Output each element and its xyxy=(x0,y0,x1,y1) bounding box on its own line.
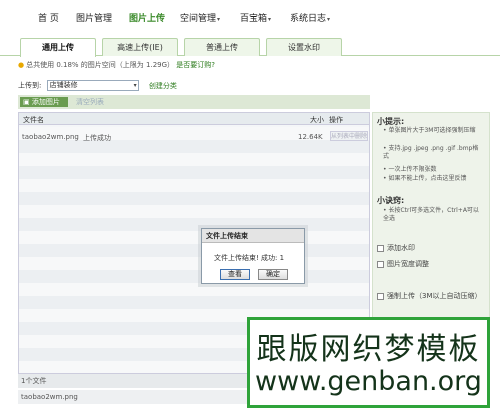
table-row xyxy=(19,179,369,192)
clear-list-button[interactable]: 清空列表 xyxy=(76,97,104,107)
watermark-line2: www.genban.org xyxy=(255,366,482,397)
site-watermark: 跟版网织梦模板 www.genban.org xyxy=(247,317,490,408)
chevron-down-icon: ▾ xyxy=(217,16,221,23)
chevron-down-icon: ▾ xyxy=(133,82,137,89)
table-row xyxy=(19,270,369,283)
row-filename: taobao2wm.png xyxy=(22,133,79,141)
order-link[interactable]: 是否要订购? xyxy=(176,61,215,69)
plus-icon: ▣ xyxy=(23,98,32,106)
nav-label-log: 系统日志 xyxy=(290,14,327,24)
view-button[interactable]: 查看 xyxy=(220,269,250,280)
column-filename: 文件名 xyxy=(23,116,44,124)
table-row xyxy=(19,218,369,231)
tab-fast-upload[interactable]: 高速上传(IE) xyxy=(102,38,178,56)
nav-item-image-manage[interactable]: 图片管理 xyxy=(76,11,112,24)
top-nav: 首 页 图片管理 图片上传 空间管理▾ 百宝箱▾ 系统日志▾ xyxy=(0,0,500,34)
column-size: 大小 xyxy=(310,116,324,124)
nav-item-image-upload[interactable]: 图片上传 xyxy=(129,11,165,24)
category-select[interactable]: 店铺装修 ▾ xyxy=(46,80,139,91)
chevron-down-icon: ▾ xyxy=(268,16,272,23)
table-row xyxy=(19,192,369,205)
remove-from-list-button[interactable]: 从列表中删除 xyxy=(330,131,368,141)
add-image-label: 添加图片 xyxy=(31,98,60,106)
checkbox-box xyxy=(377,260,384,268)
nav-item-system-log[interactable]: 系统日志▾ xyxy=(290,11,330,24)
nav-item-home[interactable]: 首 页 xyxy=(38,11,59,24)
tab-general-upload[interactable]: 通用上传 xyxy=(20,38,96,57)
category-selected-value: 店铺装修 xyxy=(49,81,78,89)
force-upload-checkbox[interactable]: 强制上传（3M以上自动压缩） xyxy=(377,291,482,301)
nav-label-space: 空间管理 xyxy=(180,14,217,24)
row-size: 12.64K xyxy=(298,133,323,141)
column-action: 操作 xyxy=(329,116,343,124)
upload-finished-dialog: 文件上传结束 文件上传结束! 成功: 1 查看 确定 xyxy=(201,228,305,284)
table-row xyxy=(19,283,369,296)
table-row xyxy=(19,231,369,244)
trick-title: 小诀窍: xyxy=(377,196,405,205)
tip-item: • 一次上传不限张数 xyxy=(383,166,437,173)
nav-item-space-manage[interactable]: 空间管理▾ xyxy=(180,11,220,24)
table-header: 文件名 大小 操作 xyxy=(19,113,369,125)
upload-tabs: 通用上传 高速上传(IE) 普通上传 设置水印 xyxy=(0,34,500,57)
table-row xyxy=(19,166,369,179)
checkbox-box xyxy=(377,244,384,252)
tab-normal-upload[interactable]: 普通上传 xyxy=(184,38,260,56)
tip-item: • 如果不能上传，点击这里反馈 xyxy=(383,175,467,182)
image-width-checkbox[interactable]: 图片宽度调整 xyxy=(377,259,429,269)
trick-item: • 长按Ctrl可多选文件，Ctrl+A可以全选 xyxy=(383,207,479,222)
chevron-down-icon: ▾ xyxy=(327,16,331,23)
tip-item: • 支持.jpg .jpeg .png .gif .bmp格式 xyxy=(383,145,479,160)
upload-destination: 上传到: 店铺装修 ▾ 创建分类 xyxy=(18,80,177,91)
ok-button[interactable]: 确定 xyxy=(258,269,288,280)
tip-item: • 单张图片大于3M可选择强制压缩 xyxy=(383,127,476,134)
nav-label-toolbox: 百宝箱 xyxy=(240,14,268,24)
table-row xyxy=(19,205,369,218)
nav-item-toolbox[interactable]: 百宝箱▾ xyxy=(240,11,271,24)
lightbulb-icon: ● xyxy=(18,61,25,69)
tips-title: 小提示: xyxy=(377,117,405,126)
checkbox-box xyxy=(377,292,384,300)
usage-text: 总共使用 0.18% 的图片空间（上限为 1.29G） xyxy=(26,61,175,69)
upload-to-label: 上传到: xyxy=(18,81,42,90)
add-image-button[interactable]: ▣ 添加图片 xyxy=(20,97,68,107)
dialog-title: 文件上传结束 xyxy=(202,229,304,243)
tab-watermark-settings[interactable]: 设置水印 xyxy=(266,38,342,56)
table-row xyxy=(19,244,369,257)
row-status: 上传成功 xyxy=(83,134,111,142)
table-row xyxy=(19,140,369,153)
create-category-link[interactable]: 创建分类 xyxy=(149,82,177,90)
table-row xyxy=(19,153,369,166)
space-usage-info: ● 总共使用 0.18% 的图片空间（上限为 1.29G） 是否要订购? xyxy=(18,60,215,70)
watermark-line1: 跟版网织梦模板 xyxy=(256,332,481,367)
table-row xyxy=(19,296,369,309)
upload-toolbar: ▣ 添加图片 清空列表 xyxy=(18,95,370,109)
table-row xyxy=(19,257,369,270)
dialog-message: 文件上传结束! 成功: 1 xyxy=(214,254,285,262)
add-watermark-checkbox[interactable]: 添加水印 xyxy=(377,243,415,253)
